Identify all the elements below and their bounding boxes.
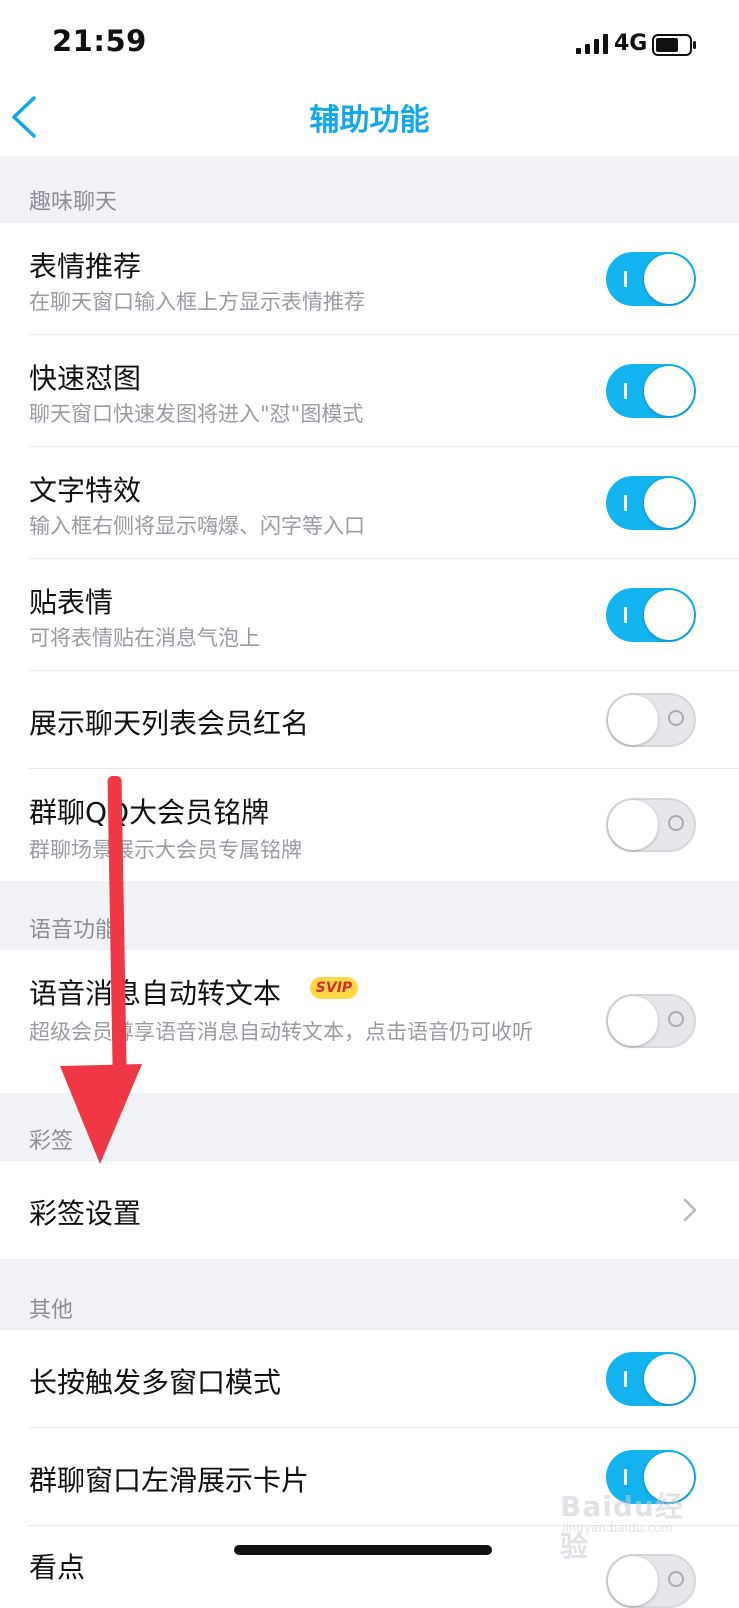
emoji-recommend-toggle[interactable] xyxy=(606,252,696,306)
svip-badge: SVIP xyxy=(310,977,358,999)
setting-row-text-effects: 文字特效 输入框右侧将显示嗨爆、闪字等入口 xyxy=(0,447,739,559)
section-header-other: 其他 xyxy=(0,1259,739,1330)
toggle-off-mark xyxy=(668,710,684,726)
toggle-knob xyxy=(644,254,694,304)
toggle-on-mark xyxy=(624,1371,627,1387)
toggle-off-mark xyxy=(668,815,684,831)
toggle-knob xyxy=(644,590,694,640)
toggle-on-mark xyxy=(624,607,627,623)
network-type: 4G xyxy=(614,31,648,56)
section-label: 趣味聊天 xyxy=(29,190,118,215)
setting-row-member-red-name: 展示聊天列表会员红名 xyxy=(0,671,739,769)
toggle-knob xyxy=(608,800,658,850)
setting-title: 语音消息自动转文本 xyxy=(29,977,282,1010)
section-label: 语音功能 xyxy=(29,918,118,943)
toggle-off-mark xyxy=(668,1011,684,1027)
setting-row-multi-window: 长按触发多窗口模式 xyxy=(0,1330,739,1428)
toggle-on-mark xyxy=(624,271,627,287)
chevron-right-icon xyxy=(683,1198,697,1222)
toggle-knob xyxy=(608,996,658,1046)
setting-row-stickers: 贴表情 可将表情贴在消息气泡上 xyxy=(0,559,739,671)
text-effects-toggle[interactable] xyxy=(606,476,696,530)
toggle-knob xyxy=(644,366,694,416)
section-label: 彩签 xyxy=(29,1129,74,1154)
setting-subtitle: 在聊天窗口输入框上方显示表情推荐 xyxy=(29,290,365,314)
battery-icon xyxy=(652,34,696,56)
setting-title: 群聊QQ大会员铭牌 xyxy=(29,796,270,829)
setting-subtitle: 聊天窗口快速发图将进入"怼"图模式 xyxy=(29,402,364,426)
signal-strength-icon xyxy=(576,34,608,54)
setting-title: 文字特效 xyxy=(29,474,142,507)
section-header-voice: 语音功能 xyxy=(0,881,739,950)
voice-to-text-toggle[interactable] xyxy=(606,994,696,1048)
stickers-toggle[interactable] xyxy=(606,588,696,642)
toggle-knob xyxy=(644,1452,694,1502)
setting-title: 群聊窗口左滑展示卡片 xyxy=(29,1464,310,1497)
setting-title: 快速怼图 xyxy=(29,362,142,395)
setting-title: 长按触发多窗口模式 xyxy=(29,1366,282,1399)
setting-subtitle: 输入框右侧将显示嗨爆、闪字等入口 xyxy=(29,514,365,538)
home-indicator[interactable] xyxy=(234,1545,492,1555)
section-header-caiqian: 彩签 xyxy=(0,1093,739,1161)
setting-subtitle: 群聊场景展示大会员专属铭牌 xyxy=(29,838,302,862)
group-badge-toggle[interactable] xyxy=(606,798,696,852)
toggle-knob xyxy=(644,1354,694,1404)
setting-row-group-badge: 群聊QQ大会员铭牌 群聊场景展示大会员专属铭牌 xyxy=(0,769,739,881)
toggle-knob xyxy=(644,478,694,528)
quick-image-toggle[interactable] xyxy=(606,364,696,418)
setting-row-quick-image: 快速怼图 聊天窗口快速发图将进入"怼"图模式 xyxy=(0,335,739,447)
section-label: 其他 xyxy=(29,1298,74,1323)
navigation-bar: 辅助功能 xyxy=(0,82,739,156)
toggle-on-mark xyxy=(624,1469,627,1485)
toggle-on-mark xyxy=(624,383,627,399)
setting-title: 彩签设置 xyxy=(29,1197,142,1230)
toggle-off-mark xyxy=(668,1571,684,1587)
setting-row-kandian: 看点 xyxy=(0,1526,739,1608)
setting-row-caiqian-settings[interactable]: 彩签设置 xyxy=(0,1161,739,1259)
setting-row-group-card: 群聊窗口左滑展示卡片 xyxy=(0,1428,739,1526)
setting-row-emoji-recommend: 表情推荐 在聊天窗口输入框上方显示表情推荐 xyxy=(0,223,739,335)
toggle-knob xyxy=(608,695,658,745)
status-time: 21:59 xyxy=(52,24,147,58)
setting-subtitle: 可将表情贴在消息气泡上 xyxy=(29,626,260,650)
section-header-fun-chat: 趣味聊天 xyxy=(0,156,739,223)
multi-window-toggle[interactable] xyxy=(606,1352,696,1406)
toggle-on-mark xyxy=(624,495,627,511)
setting-title: 贴表情 xyxy=(29,586,114,619)
status-bar: 21:59 4G xyxy=(0,0,739,82)
toggle-knob xyxy=(608,1556,658,1606)
group-card-toggle[interactable] xyxy=(606,1450,696,1504)
page-title: 辅助功能 xyxy=(309,103,430,138)
member-red-name-toggle[interactable] xyxy=(606,693,696,747)
setting-subtitle: 超级会员尊享语音消息自动转文本，点击语音仍可收听 xyxy=(29,1020,533,1044)
setting-title: 看点 xyxy=(29,1551,86,1584)
setting-row-voice-to-text: 语音消息自动转文本 SVIP 超级会员尊享语音消息自动转文本，点击语音仍可收听 xyxy=(0,950,739,1093)
setting-title: 表情推荐 xyxy=(29,250,142,283)
setting-title: 展示聊天列表会员红名 xyxy=(29,707,310,740)
